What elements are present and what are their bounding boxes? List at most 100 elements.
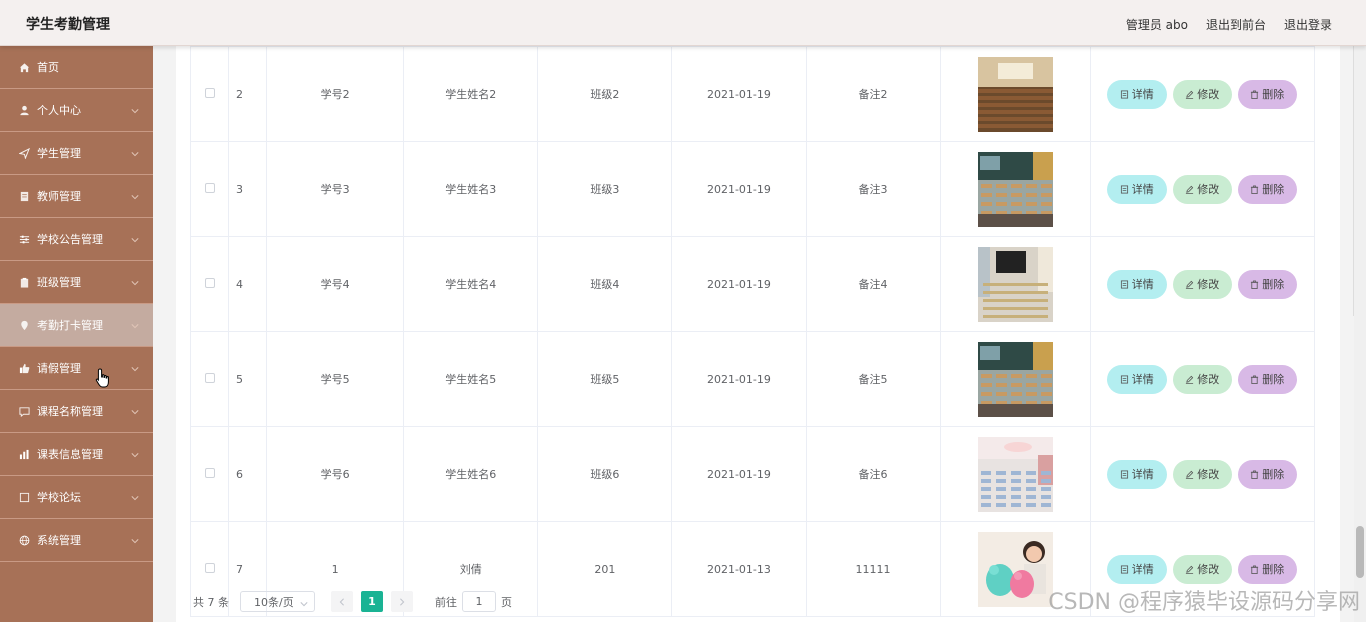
sidebar-item-3[interactable]: 教师管理 bbox=[0, 175, 153, 218]
row-checkbox[interactable] bbox=[204, 372, 215, 383]
chevron-left-icon bbox=[339, 597, 344, 606]
delete-button[interactable]: 删除 bbox=[1237, 459, 1297, 489]
student-no-cell: 学号6 bbox=[266, 426, 405, 522]
detail-button[interactable]: 详情 bbox=[1106, 269, 1167, 299]
delete-button[interactable]: 删除 bbox=[1237, 554, 1297, 584]
edit-button[interactable]: 修改 bbox=[1172, 174, 1232, 204]
row-checkbox[interactable] bbox=[204, 182, 215, 193]
sidebar-item-10[interactable]: 学校论坛 bbox=[0, 476, 153, 519]
detail-button[interactable]: 详情 bbox=[1106, 79, 1167, 109]
sidebar-item-11[interactable]: 系统管理 bbox=[0, 519, 153, 562]
detail-button[interactable]: 详情 bbox=[1106, 459, 1167, 489]
row-checkbox-cell bbox=[189, 426, 230, 522]
photo-thumbnail[interactable] bbox=[977, 341, 1053, 417]
date-cell: 2021-01-19 bbox=[671, 236, 807, 332]
student-no-cell: 学号2 bbox=[266, 46, 405, 142]
sidebar-item-8[interactable]: 课程名称管理 bbox=[0, 390, 153, 433]
delete-button[interactable]: 删除 bbox=[1237, 174, 1297, 204]
sidebar-item-6[interactable]: 考勤打卡管理 bbox=[0, 304, 153, 347]
sidebar-item-7[interactable]: 请假管理 bbox=[0, 347, 153, 390]
row-index: 3 bbox=[228, 141, 268, 237]
delete-button[interactable]: 删除 bbox=[1237, 79, 1297, 109]
sidebar-item-0[interactable]: 首页 bbox=[0, 46, 153, 89]
photo-thumbnail[interactable] bbox=[977, 246, 1053, 322]
next-page-button[interactable] bbox=[391, 591, 413, 612]
goto-page-input[interactable]: 1 bbox=[462, 591, 496, 612]
date-cell: 2021-01-19 bbox=[671, 141, 807, 237]
to-front-link[interactable]: 退出到前台 bbox=[1206, 16, 1266, 33]
row-checkbox[interactable] bbox=[204, 467, 215, 478]
chat-icon bbox=[18, 405, 30, 417]
row-checkbox[interactable] bbox=[204, 562, 215, 573]
student-no-cell: 学号5 bbox=[266, 331, 405, 427]
logout-link[interactable]: 退出登录 bbox=[1284, 16, 1332, 33]
student-name-cell: 学生姓名4 bbox=[403, 236, 539, 332]
class-cell: 班级3 bbox=[537, 141, 673, 237]
sidebar-item-5[interactable]: 班级管理 bbox=[0, 261, 153, 304]
table-row: 4 学号4 学生姓名4 班级4 2021-01-19 备注4 详情 修改 删除 bbox=[189, 236, 1316, 332]
edit-label: 修改 bbox=[1197, 373, 1220, 386]
header-actions: 管理员 abo 退出到前台 退出登录 bbox=[1126, 16, 1332, 33]
page-size-select[interactable]: 10条/页 bbox=[240, 591, 315, 612]
actions-cell: 详情 修改 删除 bbox=[1089, 331, 1316, 427]
note-cell: 11111 bbox=[805, 521, 941, 617]
row-checkbox-cell bbox=[189, 141, 230, 237]
goto-prefix: 前往 bbox=[435, 595, 457, 609]
table-row: 3 学号3 学生姓名3 班级3 2021-01-19 备注3 详情 修改 删除 bbox=[189, 141, 1316, 237]
edit-button[interactable]: 修改 bbox=[1172, 364, 1232, 394]
student-name-cell: 学生姓名6 bbox=[403, 426, 539, 522]
detail-button[interactable]: 详情 bbox=[1106, 364, 1167, 394]
class-cell: 班级4 bbox=[537, 236, 673, 332]
detail-label: 详情 bbox=[1131, 88, 1154, 101]
edit-label: 修改 bbox=[1197, 278, 1220, 291]
delete-button[interactable]: 删除 bbox=[1237, 364, 1297, 394]
pencil-icon bbox=[1186, 280, 1194, 289]
detail-button[interactable]: 详情 bbox=[1106, 174, 1167, 204]
row-index: 2 bbox=[228, 46, 268, 142]
row-checkbox[interactable] bbox=[204, 87, 215, 98]
edit-button[interactable]: 修改 bbox=[1172, 79, 1232, 109]
actions-cell: 详情 修改 删除 bbox=[1089, 426, 1316, 522]
detail-button[interactable]: 详情 bbox=[1106, 554, 1167, 584]
document-icon bbox=[1120, 564, 1128, 574]
admin-user-label: 管理员 abo bbox=[1125, 18, 1188, 32]
edit-button[interactable]: 修改 bbox=[1172, 269, 1232, 299]
note-cell: 备注3 bbox=[805, 141, 941, 237]
chevron-down-icon bbox=[131, 234, 139, 243]
photo-thumbnail[interactable] bbox=[977, 151, 1053, 227]
sidebar-item-label: 学校公告管理 bbox=[37, 233, 103, 246]
send-icon bbox=[18, 147, 30, 159]
prev-page-button[interactable] bbox=[331, 591, 353, 612]
photo-thumbnail[interactable] bbox=[977, 436, 1053, 512]
scrollbar[interactable] bbox=[1354, 46, 1366, 622]
chevron-down-icon bbox=[131, 406, 139, 415]
photo-thumbnail[interactable] bbox=[977, 531, 1053, 607]
edit-label: 修改 bbox=[1197, 183, 1220, 196]
chevron-down-icon bbox=[300, 598, 308, 607]
trash-icon bbox=[1251, 565, 1259, 574]
edit-button[interactable]: 修改 bbox=[1172, 459, 1232, 489]
sidebar-item-2[interactable]: 学生管理 bbox=[0, 132, 153, 175]
location-icon bbox=[18, 319, 30, 331]
pagination: 共 7 条 10条/页 1 前往 1 页 bbox=[193, 591, 512, 612]
detail-label: 详情 bbox=[1131, 278, 1154, 291]
page-number-current[interactable]: 1 bbox=[361, 591, 383, 612]
chevron-down-icon bbox=[131, 492, 139, 501]
sidebar-item-4[interactable]: 学校公告管理 bbox=[0, 218, 153, 261]
student-name-cell: 学生姓名2 bbox=[403, 46, 539, 142]
scrollbar-thumb[interactable] bbox=[1356, 526, 1364, 578]
sidebar-item-9[interactable]: 课表信息管理 bbox=[0, 433, 153, 476]
row-checkbox[interactable] bbox=[204, 277, 215, 288]
delete-button[interactable]: 删除 bbox=[1237, 269, 1297, 299]
photo-thumbnail[interactable] bbox=[977, 56, 1053, 132]
edit-button[interactable]: 修改 bbox=[1172, 554, 1232, 584]
note-cell: 备注2 bbox=[805, 46, 941, 142]
thumb-icon bbox=[18, 362, 30, 374]
row-index: 5 bbox=[228, 331, 268, 427]
detail-label: 详情 bbox=[1131, 468, 1154, 481]
sidebar-item-1[interactable]: 个人中心 bbox=[0, 89, 153, 132]
class-cell: 班级5 bbox=[537, 331, 673, 427]
sidebar-item-label: 考勤打卡管理 bbox=[37, 319, 103, 332]
chevron-down-icon bbox=[131, 277, 139, 286]
delete-label: 删除 bbox=[1262, 278, 1285, 291]
